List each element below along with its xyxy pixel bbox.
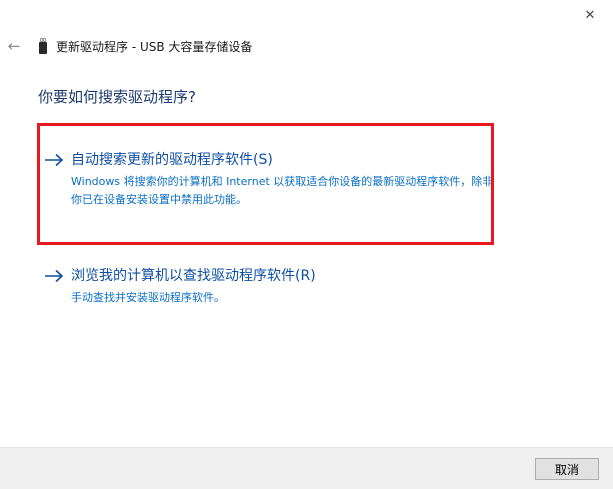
close-icon: ✕ — [584, 7, 596, 23]
dialog-title-row: 更新驱动程序 - USB 大容量存储设备 — [38, 37, 252, 55]
browse-computer-description: 手动查找并安装驱动程序软件。 — [71, 291, 225, 304]
auto-search-label: 自动搜索更新的驱动程序软件(S) — [71, 152, 273, 168]
auto-search-option[interactable]: 自动搜索更新的驱动程序软件(S) Windows 将搜索你的计算机和 Inter… — [44, 148, 494, 209]
dialog-footer: 取消 — [0, 447, 613, 489]
arrow-right-icon — [44, 268, 64, 283]
cancel-button[interactable]: 取消 — [535, 458, 599, 480]
update-driver-dialog: ✕ ← 更新驱动程序 - USB 大容量存储设备 你要如何搜索驱动程序? 自动搜… — [0, 0, 613, 489]
arrow-right-icon — [44, 152, 64, 167]
back-arrow-icon: ← — [7, 37, 21, 55]
auto-search-description: Windows 将搜索你的计算机和 Internet 以获取适合你设备的最新驱动… — [71, 175, 494, 206]
close-button[interactable]: ✕ — [567, 0, 613, 30]
back-button[interactable]: ← — [4, 36, 24, 56]
browse-computer-option[interactable]: 浏览我的计算机以查找驱动程序软件(R) 手动查找并安装驱动程序软件。 — [44, 264, 494, 307]
usb-device-icon — [38, 38, 48, 54]
browse-computer-label: 浏览我的计算机以查找驱动程序软件(R) — [71, 268, 316, 284]
dialog-title: 更新驱动程序 - USB 大容量存储设备 — [56, 39, 253, 54]
page-heading: 你要如何搜索驱动程序? — [38, 88, 196, 106]
